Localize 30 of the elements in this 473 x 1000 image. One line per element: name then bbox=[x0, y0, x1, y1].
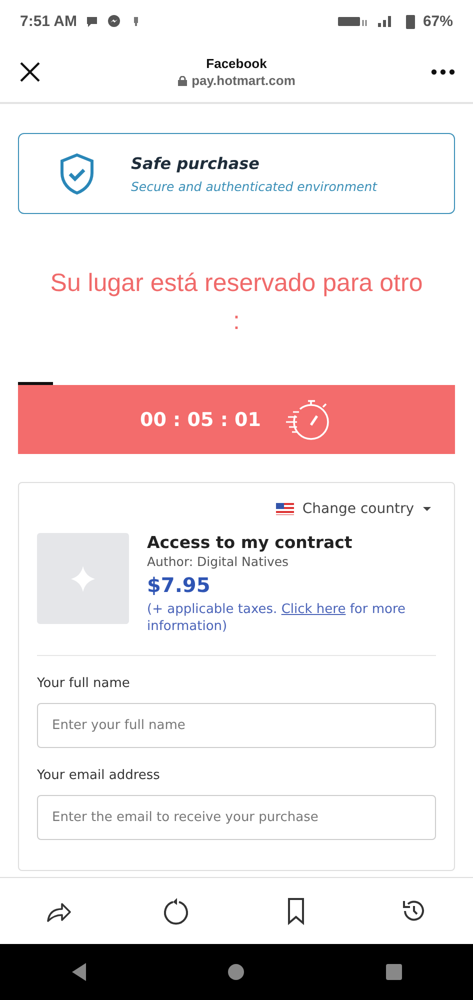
product-title: Access to my contract bbox=[147, 533, 354, 552]
recents-icon[interactable] bbox=[385, 963, 404, 981]
chat-icon bbox=[84, 14, 99, 28]
battery-icon bbox=[406, 14, 415, 28]
flag-icon bbox=[276, 503, 294, 515]
field-label: Your email address bbox=[37, 768, 161, 783]
battery-level: 67% bbox=[422, 12, 453, 30]
more-icon[interactable] bbox=[431, 69, 455, 75]
change-country-button[interactable]: Change country bbox=[272, 501, 436, 517]
lock-icon bbox=[178, 76, 187, 86]
input-field[interactable]: Enter the email to receive your purchase bbox=[37, 795, 436, 840]
countdown-time: 00 : 05 : 01 bbox=[140, 408, 261, 430]
product-price: $7.95 bbox=[147, 573, 212, 597]
messenger-icon bbox=[106, 14, 121, 28]
field-label: Your full name bbox=[37, 676, 131, 691]
reservation-heading: Su lugar está reservado para otro : bbox=[49, 268, 424, 337]
product-author: Author: Digital Natives bbox=[147, 554, 290, 569]
more-info-link[interactable]: Click here bbox=[281, 602, 346, 617]
page-title: Facebook bbox=[206, 56, 267, 71]
close-icon[interactable] bbox=[18, 60, 42, 84]
shield-check-icon bbox=[59, 152, 95, 194]
safe-purchase-title: Safe purchase bbox=[131, 154, 260, 172]
input-field[interactable]: Enter your full name bbox=[37, 703, 436, 748]
home-icon[interactable] bbox=[227, 963, 246, 981]
caret-icon bbox=[422, 506, 432, 512]
status-time: 7:51 AM bbox=[20, 12, 77, 30]
back-icon[interactable] bbox=[70, 962, 88, 982]
page-url: pay.hotmart.com bbox=[192, 73, 296, 88]
tax-note: (+ applicable taxes. Click here for more information) bbox=[147, 601, 407, 635]
safe-purchase-subtitle: Secure and authenticated environment bbox=[131, 178, 378, 194]
